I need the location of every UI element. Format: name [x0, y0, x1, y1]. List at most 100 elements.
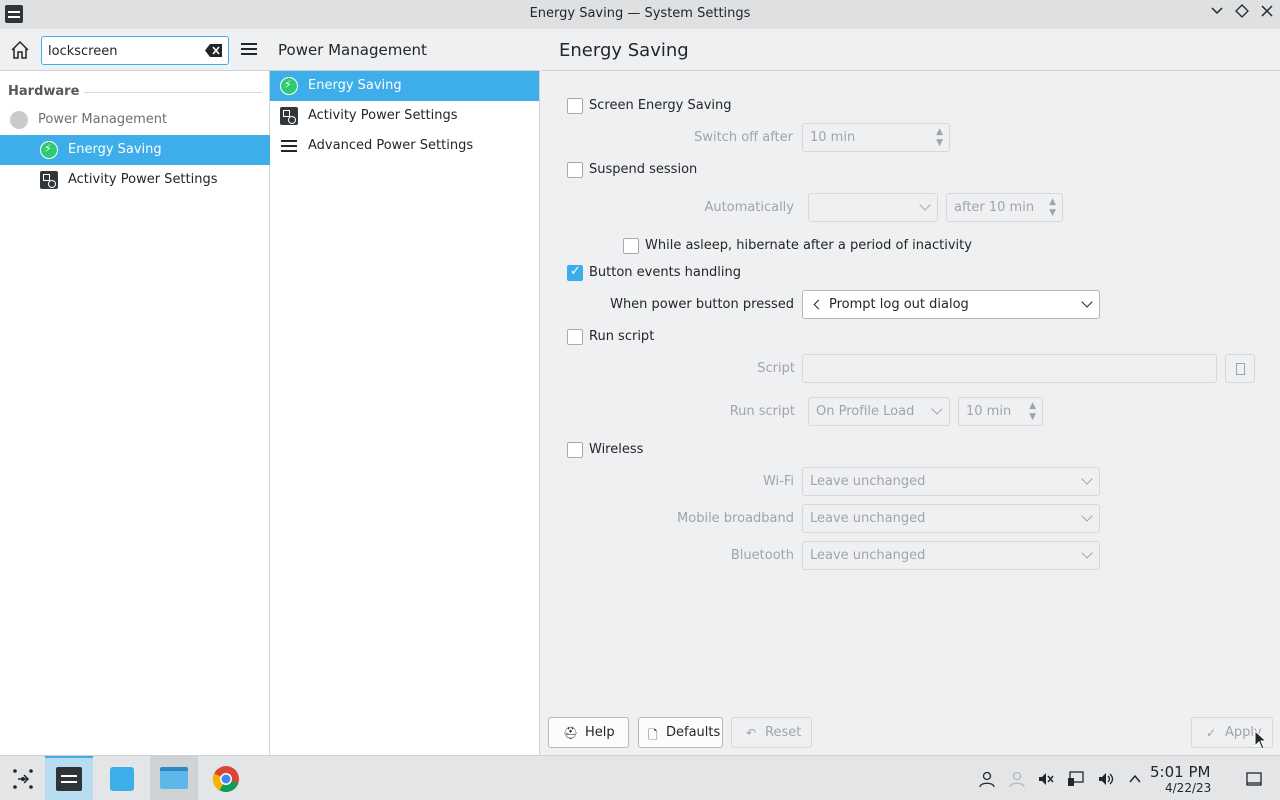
- mouse-cursor-icon: [1254, 730, 1266, 750]
- system-settings-icon: [56, 767, 82, 791]
- subcategory-title: Power Management: [278, 41, 427, 59]
- main-panel: Energy Saving Screen Energy Saving Switc…: [541, 29, 1280, 755]
- chevron-down-icon[interactable]: ▼: [1049, 208, 1056, 218]
- sidebar-item-energy-saving[interactable]: Energy Saving: [0, 135, 270, 165]
- chevron-down-icon: [1211, 7, 1223, 15]
- automatically-dropdown[interactable]: [808, 193, 938, 222]
- clear-search-button[interactable]: [205, 43, 223, 58]
- chevron-left-icon: [813, 299, 824, 310]
- close-icon: [1261, 5, 1273, 17]
- clock-date[interactable]: 4/22/23: [1165, 781, 1211, 795]
- search-input[interactable]: [48, 41, 198, 61]
- run-script-time-spinbox[interactable]: 10 min ▲ ▼: [958, 397, 1043, 426]
- chevron-up-icon[interactable]: ▲: [936, 127, 943, 137]
- mobile-broadband-dropdown[interactable]: Leave unchanged: [802, 504, 1100, 533]
- reset-button-label: Reset: [765, 725, 802, 740]
- home-icon: [11, 40, 29, 59]
- subcategory-item-label: Energy Saving: [308, 78, 402, 93]
- network-wired-icon[interactable]: [1067, 770, 1085, 788]
- chevron-up-icon[interactable]: ▲: [1029, 401, 1036, 411]
- subcategory-item-energy-saving[interactable]: Energy Saving: [270, 71, 539, 101]
- list-icon: [281, 140, 297, 154]
- backspace-icon: [205, 44, 222, 57]
- help-button[interactable]: ⛑ Help: [548, 717, 629, 748]
- home-button[interactable]: [8, 38, 32, 62]
- script-path-input[interactable]: [802, 354, 1217, 383]
- help-icon: ⛑: [563, 726, 579, 740]
- run-script-when-label: Run script: [729, 404, 795, 419]
- suspend-session-checkbox[interactable]: [567, 162, 583, 178]
- mobile-broadband-label: Mobile broadband: [677, 511, 794, 526]
- bluetooth-dropdown[interactable]: Leave unchanged: [802, 541, 1100, 570]
- page-title: Energy Saving: [559, 40, 689, 61]
- wifi-dropdown[interactable]: Leave unchanged: [802, 467, 1100, 496]
- browse-script-button[interactable]: [1225, 354, 1255, 383]
- undo-icon: ↶: [746, 726, 757, 740]
- title-bar: Energy Saving — System Settings: [0, 0, 1280, 29]
- dropdown-value: Prompt log out dialog: [829, 297, 969, 312]
- sidebar-item-label: Energy Saving: [68, 142, 162, 157]
- screen-energy-saving-checkbox[interactable]: [567, 98, 583, 114]
- reset-button[interactable]: ↶ Reset: [731, 717, 812, 748]
- diamond-icon: [1235, 4, 1249, 18]
- button-events-checkbox[interactable]: [567, 264, 583, 281]
- taskbar-discover[interactable]: [98, 756, 146, 800]
- taskbar-file-manager[interactable]: [150, 756, 198, 800]
- wireless-checkbox[interactable]: [567, 442, 583, 458]
- chevron-down-icon: [1081, 510, 1093, 522]
- sidebar-item-activity-power-settings[interactable]: Activity Power Settings: [0, 165, 270, 195]
- sidebar-toolbar: [0, 29, 270, 71]
- subcategory-item-label: Advanced Power Settings: [308, 138, 474, 153]
- dropdown-value: On Profile Load: [816, 404, 915, 419]
- chevron-up-icon[interactable]: ▲: [1049, 197, 1056, 207]
- power-button-label: When power button pressed: [610, 297, 794, 312]
- script-label: Script: [757, 361, 795, 376]
- hamburger-menu-button[interactable]: [239, 41, 259, 59]
- button-events-label: Button events handling: [589, 265, 742, 280]
- clock-time[interactable]: 5:01 PM: [1150, 763, 1210, 781]
- search-field[interactable]: [41, 36, 229, 65]
- store-bag-icon: [110, 767, 134, 791]
- suspend-session-label: Suspend session: [589, 162, 698, 177]
- audio-muted-icon[interactable]: [1037, 770, 1055, 788]
- show-desktop-icon[interactable]: [1245, 770, 1263, 788]
- user-disabled-icon[interactable]: [1008, 770, 1026, 788]
- application-launcher[interactable]: [0, 756, 48, 800]
- spinbox-value: 10 min: [966, 404, 1012, 419]
- chevron-down-icon: [1081, 547, 1093, 559]
- subcategory-item-advanced-power-settings[interactable]: Advanced Power Settings: [270, 131, 539, 161]
- sidebar: Hardware Power Management Energy Saving …: [0, 29, 270, 755]
- energy-saving-icon: [280, 77, 298, 95]
- activity-icon: [40, 171, 58, 189]
- user-icon[interactable]: [978, 770, 996, 788]
- sidebar-item-label: Activity Power Settings: [68, 172, 218, 187]
- checkmark-icon: ✓: [1206, 726, 1217, 740]
- defaults-button[interactable]: 🗋 Defaults: [638, 717, 723, 748]
- window-title: Energy Saving — System Settings: [529, 6, 751, 21]
- close-button[interactable]: [1257, 4, 1277, 24]
- taskbar: 5:01 PM 4/22/23: [0, 755, 1280, 800]
- bluetooth-label: Bluetooth: [730, 548, 794, 563]
- taskbar-system-settings[interactable]: [45, 756, 93, 800]
- dropdown-value: Leave unchanged: [810, 548, 926, 563]
- volume-icon[interactable]: [1097, 770, 1115, 788]
- document-icon: [1236, 363, 1245, 375]
- maximize-button[interactable]: [1232, 4, 1252, 24]
- taskbar-chrome[interactable]: [202, 756, 250, 800]
- subcategory-list: Power Management Energy Saving Activity …: [270, 29, 540, 755]
- subcategory-item-activity-power-settings[interactable]: Activity Power Settings: [270, 101, 539, 131]
- screen-energy-saving-label: Screen Energy Saving: [589, 98, 732, 113]
- power-button-action-dropdown[interactable]: Prompt log out dialog: [802, 290, 1100, 319]
- hibernate-checkbox[interactable]: [623, 238, 639, 254]
- sidebar-item-power-management[interactable]: Power Management: [0, 105, 270, 135]
- run-script-when-dropdown[interactable]: On Profile Load: [808, 397, 950, 426]
- suspend-after-spinbox[interactable]: after 10 min ▲ ▼: [946, 193, 1063, 222]
- chevron-down-icon[interactable]: ▼: [1029, 412, 1036, 422]
- chevron-down-icon: [919, 199, 931, 211]
- run-script-checkbox[interactable]: [567, 329, 583, 345]
- wireless-label: Wireless: [589, 442, 644, 457]
- chevron-down-icon[interactable]: ▼: [936, 138, 943, 148]
- minimize-button[interactable]: [1207, 4, 1227, 24]
- chevron-up-icon[interactable]: [1126, 770, 1144, 788]
- switch-off-after-spinbox[interactable]: 10 min ▲ ▼: [802, 123, 950, 152]
